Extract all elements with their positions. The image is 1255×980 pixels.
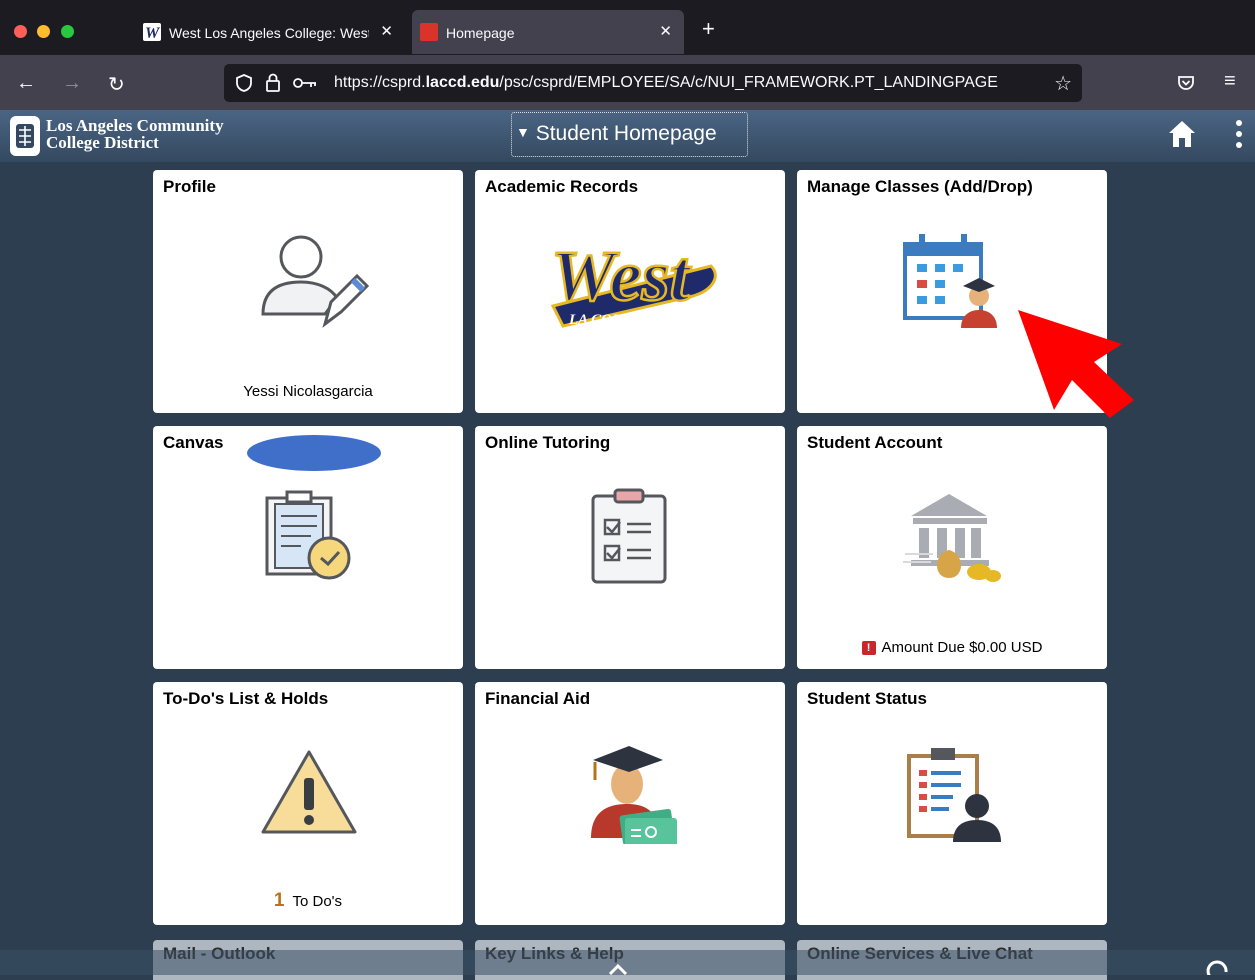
url-text: https://csprd.laccd.edu/psc/csprd/EMPLOY… (334, 74, 1044, 92)
close-window-button[interactable] (14, 25, 27, 38)
amount-due-line: ! Amount Due $0.00 USD (797, 639, 1107, 656)
minimize-window-button[interactable] (37, 25, 51, 38)
svg-text:W: W (145, 25, 161, 41)
new-tab-icon[interactable]: + (702, 16, 715, 42)
tile-todo-holds[interactable]: To-Do's List & Holds 1 To Do's (153, 682, 463, 925)
back-icon[interactable]: ← (16, 72, 36, 95)
tile-title: Academic Records (485, 177, 639, 196)
close-tab-icon[interactable]: ✕ (659, 22, 672, 40)
west-favicon-icon: W (143, 23, 161, 42)
redaction-oval (247, 435, 381, 471)
window-controls (14, 25, 80, 43)
bank-money-icon (903, 494, 1001, 582)
tile-title: Manage Classes (Add/Drop) (807, 177, 1033, 196)
west-la-college-logo: West LA COLLEGE (550, 235, 717, 328)
home-icon[interactable] (1167, 118, 1197, 150)
laccd-favicon-icon (420, 23, 438, 41)
key-icon[interactable] (292, 75, 318, 91)
tile-academic-records[interactable]: Academic Records West LA COLLEGE (475, 170, 785, 413)
la-college-logo-text: LA COLLEGE (568, 312, 661, 328)
org-name-line2: College District (46, 133, 159, 152)
browser-tab-bar: W West Los Angeles College: West ✕ Homep… (0, 0, 1255, 55)
todo-label: To Do's (292, 893, 343, 910)
bookmark-star-icon[interactable]: ☆ (1054, 71, 1072, 96)
tile-student-status[interactable]: Student Status (797, 682, 1107, 925)
homepage-selector[interactable]: ▼ Student Homepage (511, 112, 748, 157)
url-prefix: https://csprd. (334, 74, 426, 91)
clipboard-clock-icon (265, 490, 351, 580)
pocket-icon[interactable] (1176, 73, 1196, 93)
tab-title: Homepage (446, 25, 515, 41)
tile-student-account[interactable]: Student Account ! Amount Due $0.00 USD (797, 426, 1107, 669)
red-annotation-arrow (1018, 310, 1134, 418)
tile-title: Financial Aid (485, 689, 591, 708)
shield-icon[interactable] (234, 73, 254, 93)
calendar-student-icon (903, 234, 997, 328)
caret-down-icon: ▼ (516, 124, 530, 140)
scroll-indicator-icon[interactable] (606, 962, 630, 975)
tile-title: To-Do's List & Holds (163, 689, 329, 708)
tab-west-la-college[interactable]: W West Los Angeles College: West ✕ (135, 10, 405, 54)
amount-due-text: Amount Due $0.00 USD (881, 639, 1043, 656)
actions-menu-icon[interactable] (1234, 118, 1244, 152)
close-tab-icon[interactable]: ✕ (380, 22, 393, 40)
tile-title: Canvas (163, 433, 224, 452)
tile-profile[interactable]: Profile Yessi Nicolasgarcia (153, 170, 463, 413)
tile-title: Student Status (807, 689, 927, 708)
address-bar[interactable]: https://csprd.laccd.edu/psc/csprd/EMPLOY… (224, 64, 1082, 102)
alert-icon: ! (861, 641, 876, 655)
reload-icon[interactable]: ↻ (108, 72, 125, 97)
tab-title: West Los Angeles College: West (169, 25, 369, 41)
tile-canvas[interactable]: Canvas (153, 426, 463, 669)
homepage-selector-label: Student Homepage (535, 122, 717, 145)
clipboard-person-icon (907, 748, 1001, 842)
warning-triangle-icon (261, 750, 357, 834)
profile-edit-icon (261, 235, 370, 328)
forward-icon[interactable]: → (62, 72, 82, 95)
todo-count-line: 1 To Do's (153, 890, 463, 912)
refresh-icon[interactable] (1206, 960, 1230, 975)
url-path: /psc/csprd/EMPLOYEE/SA/c/NUI_FRAMEWORK.P… (499, 74, 998, 91)
checklist-icon (591, 488, 667, 584)
tile-online-tutoring[interactable]: Online Tutoring (475, 426, 785, 669)
west-logo-text: West (551, 236, 692, 316)
todo-count: 1 (273, 890, 285, 911)
menu-icon[interactable]: ≡ (1224, 70, 1236, 93)
tile-financial-aid[interactable]: Financial Aid (475, 682, 785, 925)
org-name: Los Angeles Community College District (46, 117, 224, 151)
lock-icon[interactable] (264, 72, 282, 94)
tile-title: Online Tutoring (485, 433, 611, 452)
browser-nav-bar: ← → ↻ https://csprd.laccd.edu/psc/csprd/… (0, 55, 1255, 110)
app-header: Los Angeles Community College District ▼… (0, 110, 1255, 162)
maximize-window-button[interactable] (60, 25, 74, 38)
tile-footer: Yessi Nicolasgarcia (243, 383, 373, 400)
org-name-line1: Los Angeles Community (46, 116, 224, 135)
tile-title: Student Account (807, 433, 943, 452)
graduate-money-icon (591, 746, 677, 844)
tile-title: Profile (163, 177, 216, 196)
laccd-logo-icon[interactable] (10, 116, 40, 156)
url-host: laccd.edu (425, 74, 500, 91)
tab-homepage[interactable]: Homepage ✕ (412, 10, 684, 54)
